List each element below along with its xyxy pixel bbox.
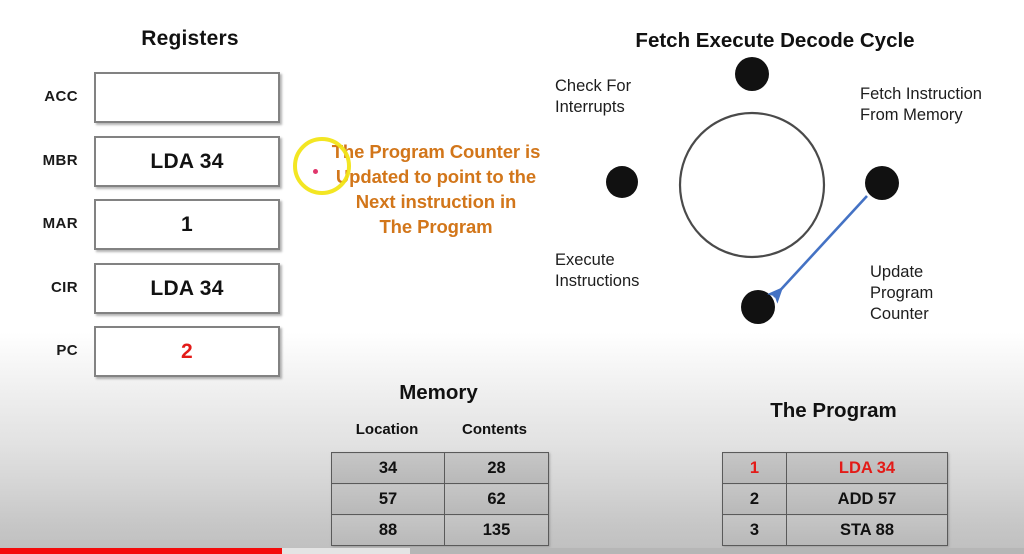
register-row-mar: MAR 1 (0, 199, 300, 251)
fetch-execute-cycle-panel: Fetch Execute Decode Cycle Check For Int… (540, 18, 1024, 358)
register-label-cir: CIR (50, 279, 78, 296)
register-row-pc: PC 2 (0, 326, 300, 378)
cycle-node-left-icon (606, 166, 638, 198)
memory-cell-contents-1: 28 (444, 452, 549, 484)
registers-title: Registers (141, 27, 239, 50)
video-progress-bar[interactable] (0, 548, 1024, 554)
program-cell-line-2: 2 (722, 483, 787, 515)
program-title: The Program (770, 399, 897, 422)
cycle-node-top-icon (735, 57, 769, 91)
memory-column-header-location: Location (355, 421, 419, 438)
registers-panel: Registers ACC MBR LDA 34 MAR 1 CIR LDA 3… (0, 0, 300, 390)
register-value-cir: LDA 34 (150, 276, 224, 300)
memory-cell-location-2: 57 (331, 483, 445, 515)
cycle-label-update-program-counter: Update Program Counter (870, 263, 934, 323)
slide-canvas: Registers ACC MBR LDA 34 MAR 1 CIR LDA 3… (0, 0, 1024, 554)
annotation-line-4: The Program (379, 216, 493, 237)
memory-column-header-contents: Contents (462, 421, 527, 438)
register-label-mbr: MBR (42, 152, 78, 169)
video-played-range (0, 548, 282, 554)
cycle-label-execute-instructions: Execute Instructions (555, 251, 640, 290)
table-row[interactable]: 57 62 (331, 483, 549, 515)
table-row[interactable]: 2 ADD 57 (722, 483, 948, 515)
memory-cell-contents-2: 62 (444, 483, 549, 515)
program-cell-line-1: 1 (722, 452, 787, 484)
program-table: 1 LDA 34 2 ADD 57 3 STA 88 (722, 452, 948, 546)
memory-table: 34 28 57 62 88 135 (331, 452, 549, 546)
register-box-mar[interactable]: 1 (94, 199, 280, 250)
register-box-acc[interactable] (94, 72, 280, 123)
program-cell-line-3: 3 (722, 514, 787, 546)
memory-cell-location-1: 34 (331, 452, 445, 484)
register-box-pc[interactable]: 2 (94, 326, 280, 377)
register-row-cir: CIR LDA 34 (0, 263, 300, 315)
register-box-mbr[interactable]: LDA 34 (94, 136, 280, 187)
pointer-dot-icon (313, 169, 318, 174)
program-cell-instruction-3: STA 88 (786, 514, 948, 546)
register-value-mbr: LDA 34 (150, 149, 224, 173)
table-row[interactable]: 3 STA 88 (722, 514, 948, 546)
program-cell-instruction-2: ADD 57 (786, 483, 948, 515)
highlight-circle-icon (293, 137, 351, 195)
memory-title: Memory (399, 381, 478, 404)
register-box-cir[interactable]: LDA 34 (94, 263, 280, 314)
memory-cell-location-3: 88 (331, 514, 445, 546)
register-label-acc: ACC (44, 88, 78, 105)
table-row[interactable]: 1 LDA 34 (722, 452, 948, 484)
table-row[interactable]: 34 28 (331, 452, 549, 484)
table-row[interactable]: 88 135 (331, 514, 549, 546)
annotation-line-3: Next instruction in (355, 191, 517, 212)
memory-cell-contents-3: 135 (444, 514, 549, 546)
cycle-label-fetch-instruction: Fetch Instruction From Memory (860, 85, 982, 124)
register-label-mar: MAR (42, 215, 78, 232)
cycle-label-check-for-interrupts: Check For Interrupts (555, 77, 632, 116)
register-row-acc: ACC (0, 72, 300, 124)
cycle-diagram-svg (606, 57, 899, 324)
register-label-pc: PC (56, 342, 78, 359)
register-row-mbr: MBR LDA 34 (0, 136, 300, 188)
cycle-node-bottom-icon (741, 290, 775, 324)
register-value-pc: 2 (181, 339, 193, 363)
register-value-mar: 1 (181, 212, 193, 236)
cycle-node-right-icon (865, 166, 899, 200)
cycle-ring-icon (678, 111, 826, 259)
program-cell-instruction-1: LDA 34 (786, 452, 948, 484)
